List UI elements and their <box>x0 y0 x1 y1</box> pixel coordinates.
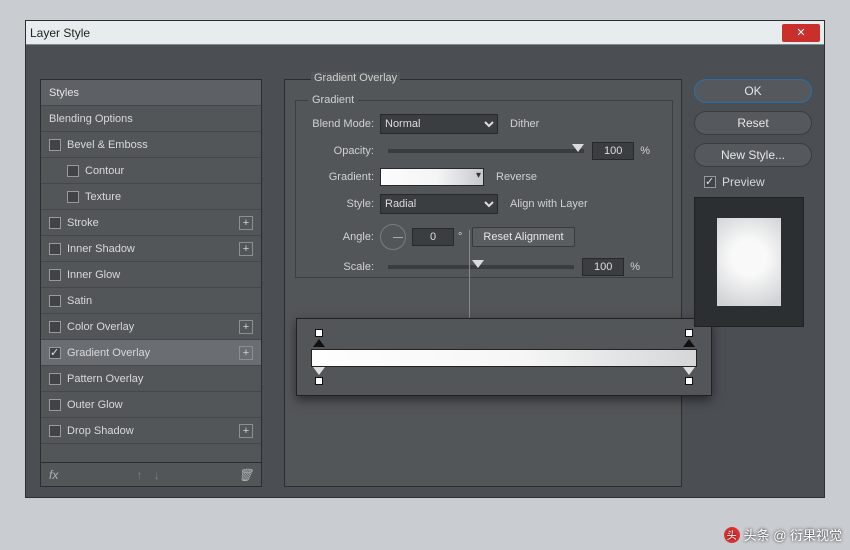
section-title: Gradient Overlay <box>311 72 400 84</box>
fx-texture[interactable]: Texture <box>41 184 261 210</box>
plus-icon[interactable]: + <box>239 216 253 230</box>
settings-panel: Gradient Overlay Gradient Blend Mode: No… <box>284 79 682 487</box>
scale-slider[interactable] <box>388 265 574 269</box>
fx-inner-shadow[interactable]: Inner Shadow+ <box>41 236 261 262</box>
plus-icon[interactable]: + <box>239 346 253 360</box>
angle-dial[interactable] <box>380 224 406 250</box>
effects-header[interactable]: Styles <box>41 80 261 106</box>
fx-inner-glow[interactable]: Inner Glow <box>41 262 261 288</box>
ok-button[interactable]: OK <box>694 79 812 103</box>
fx-gradient-overlay[interactable]: Gradient Overlay+ <box>41 340 261 366</box>
gradient-group: Gradient Blend Mode: Normal Dither Opaci… <box>295 94 673 278</box>
color-stop-right[interactable] <box>683 367 695 375</box>
dialog-body: Styles Blending Options Bevel & EmbossCo… <box>26 45 824 497</box>
preview-gradient <box>717 218 781 306</box>
angle-row: Angle: ° Reset Alignment <box>300 224 575 250</box>
gradient-legend: Gradient <box>308 94 358 106</box>
window-title: Layer Style <box>30 26 90 40</box>
plus-icon[interactable]: + <box>239 320 253 334</box>
opacity-stop-right[interactable] <box>683 339 695 347</box>
opacity-input[interactable] <box>592 142 634 160</box>
angle-input[interactable] <box>412 228 454 246</box>
fx-pattern-overlay[interactable]: Pattern Overlay <box>41 366 261 392</box>
blend-mode-row: Blend Mode: Normal Dither <box>300 114 539 134</box>
titlebar[interactable]: Layer Style ✕ <box>26 21 824 45</box>
reset-button[interactable]: Reset <box>694 111 812 135</box>
scale-input[interactable] <box>582 258 624 276</box>
fx-checkbox[interactable] <box>49 425 61 437</box>
fx-checkbox[interactable] <box>49 243 61 255</box>
reset-alignment-button[interactable]: Reset Alignment <box>472 227 574 247</box>
fx-checkbox[interactable] <box>49 373 61 385</box>
plus-icon[interactable]: + <box>239 424 253 438</box>
fx-icon[interactable]: fx <box>49 468 58 482</box>
preview-checkbox[interactable] <box>704 176 716 188</box>
fx-outer-glow[interactable]: Outer Glow <box>41 392 261 418</box>
effects-panel: Styles Blending Options Bevel & EmbossCo… <box>40 79 262 487</box>
fx-stroke[interactable]: Stroke+ <box>41 210 261 236</box>
scale-row: Scale: % <box>300 258 640 276</box>
fx-checkbox[interactable] <box>67 165 79 177</box>
arrow-up-icon[interactable]: ↑ <box>136 468 142 482</box>
fx-bevel-emboss[interactable]: Bevel & Emboss <box>41 132 261 158</box>
fx-checkbox[interactable] <box>49 269 61 281</box>
opacity-stop-left[interactable] <box>313 339 325 347</box>
right-panel: OK Reset New Style... Preview <box>694 79 812 327</box>
blending-options[interactable]: Blending Options <box>41 106 261 132</box>
gradient-row: Gradient: Reverse <box>300 168 537 186</box>
plus-icon[interactable]: + <box>239 242 253 256</box>
fx-checkbox[interactable] <box>49 321 61 333</box>
fx-drop-shadow[interactable]: Drop Shadow+ <box>41 418 261 444</box>
blend-mode-select[interactable]: Normal <box>380 114 498 134</box>
fx-checkbox[interactable] <box>49 399 61 411</box>
preview-row: Preview <box>704 175 812 189</box>
opacity-row: Opacity: % <box>300 142 650 160</box>
opacity-slider[interactable] <box>388 149 584 153</box>
fx-checkbox[interactable] <box>49 295 61 307</box>
fx-contour[interactable]: Contour <box>41 158 261 184</box>
fx-checkbox[interactable] <box>49 139 61 151</box>
gradient-editor[interactable] <box>296 318 712 396</box>
close-icon[interactable]: ✕ <box>782 24 820 42</box>
new-style-button[interactable]: New Style... <box>694 143 812 167</box>
color-stop-left[interactable] <box>313 367 325 375</box>
gradient-bar[interactable] <box>311 349 697 367</box>
arrow-down-icon[interactable]: ↓ <box>154 468 160 482</box>
fx-satin[interactable]: Satin <box>41 288 261 314</box>
fx-checkbox[interactable] <box>49 217 61 229</box>
fx-checkbox[interactable] <box>67 191 79 203</box>
style-row: Style: Radial Align with Layer <box>300 194 588 214</box>
layer-style-dialog: Layer Style ✕ Styles Blending Options Be… <box>25 20 825 498</box>
fx-color-overlay[interactable]: Color Overlay+ <box>41 314 261 340</box>
fx-checkbox[interactable] <box>49 347 61 359</box>
watermark: 头 头条 @ 衍果视觉 <box>724 525 842 544</box>
gradient-picker[interactable] <box>380 168 484 186</box>
style-select[interactable]: Radial <box>380 194 498 214</box>
trash-icon[interactable]: 🗑 <box>238 468 253 482</box>
preview-box <box>694 197 804 327</box>
effects-footer: fx ↑ ↓ 🗑 <box>41 462 261 486</box>
watermark-icon: 头 <box>724 527 740 543</box>
connector-line <box>469 230 470 318</box>
